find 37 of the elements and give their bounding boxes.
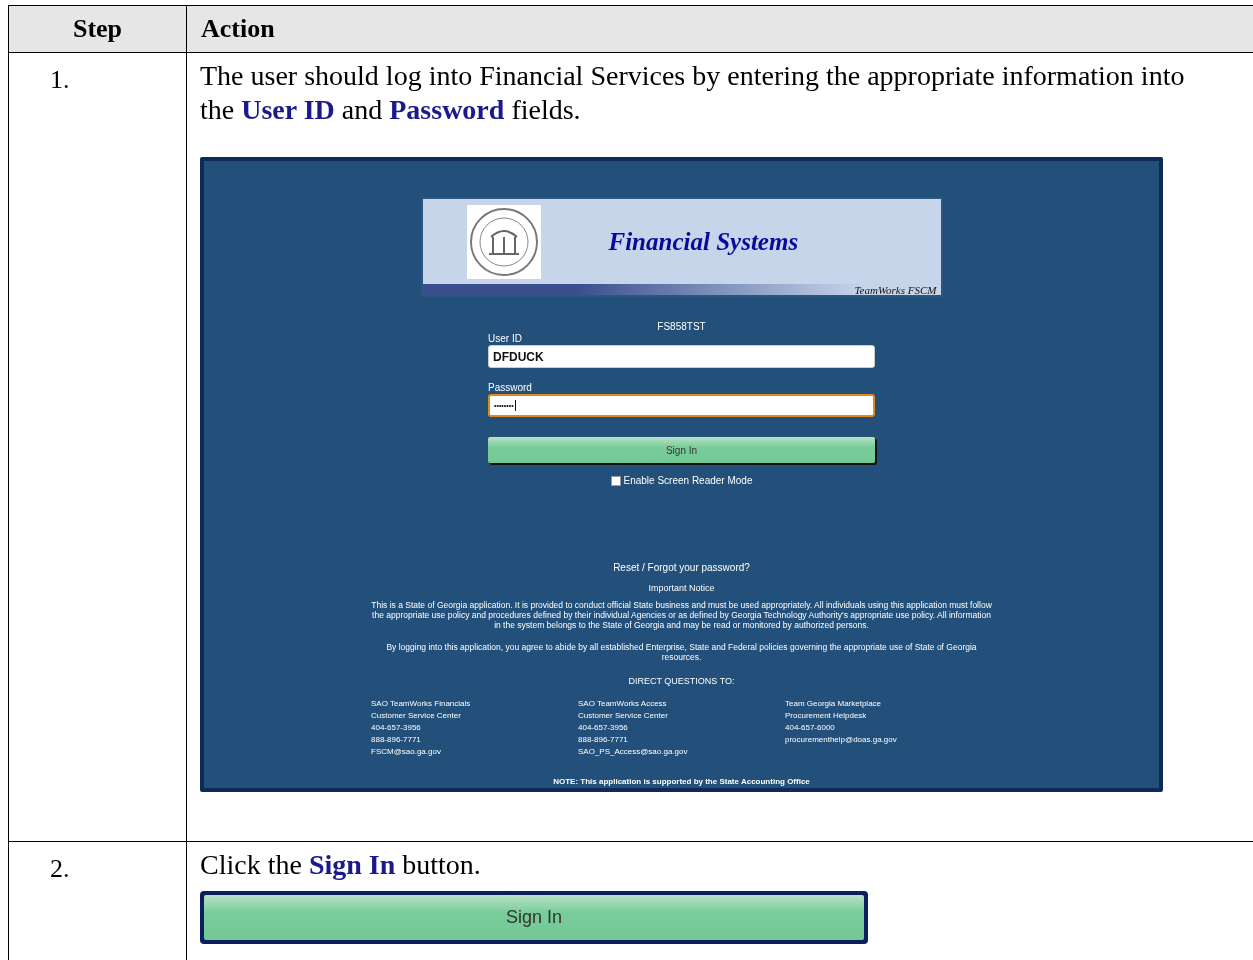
database-name: FS858TST [656,321,707,333]
column-header: Step [9,6,187,53]
field-label: User ID [488,333,523,345]
support-note: NOTE: This application is supported by the State Accounting Office [553,776,810,788]
contact-line: SAO TeamWorks Access [578,698,668,710]
step-number: 1. [50,65,70,94]
contact-line: procurementhelp@doas.ga.gov [785,734,898,746]
sign-in-button[interactable]: Sign In [488,437,875,463]
contact-line: Procurement Helpdesk [785,710,868,722]
contact-line: Team Georgia Marketplace [785,698,883,710]
banner-subtitle: TeamWorks FSCM [854,283,937,296]
checkbox[interactable] [610,476,621,486]
contact-line: SAO_PS_Access@sao.ga.gov [578,746,689,758]
contact-line: Customer Service Center [578,710,669,722]
instruction-text: The user should log into Financial Services by entering the appropriate information into the User ID and Password fields. [200,59,1186,127]
contact-line: 888-896-7771 [578,734,629,746]
notice-paragraph: By logging into this application, you agree to abide by all established Enterprise, State and Federal policies governing the appropriate use of State of Georgia resources. [385,642,978,662]
step-number: 2. [50,854,70,883]
sign-in-button[interactable]: Sign In [204,895,864,940]
user-id-field[interactable]: DFDUCK [488,345,875,368]
banner-title: Financial Systems [608,227,799,256]
notice-paragraph: This is a State of Georgia application. It is provided to conduct official State business and must be used appropriately. All individuals using this application must follow the appropriate use policy and procedures defined by their individual Agencies or as defined by Georgia Technology Authority's appropriate use policy. All information in the system belongs to the State of Georgia and may be read or monitored by authorized persons. [370,600,993,630]
contact-line: 404-657-6000 [785,722,836,734]
instruction-text: Click the Sign In button. [200,848,482,882]
notice-title: Important Notice [648,582,715,594]
direct-questions-title: DIRECT QUESTIONS TO: [628,675,735,687]
field-label: Password [488,382,533,394]
contact-line: 404-657-3956 [371,722,422,734]
contact-line: 888-896-7771 [371,734,422,746]
contact-line: SAO TeamWorks Financials [371,698,472,710]
contact-line: FSCM@sao.ga.gov [371,746,442,758]
text-cursor-icon [514,400,516,411]
checkbox-label: Enable Screen Reader Mode [623,475,753,487]
contact-line: 404-657-3956 [578,722,629,734]
contact-line: Customer Service Center [371,710,462,722]
column-header: Action [187,6,1253,53]
reset-password-link[interactable]: Reset / Forgot your password? [613,562,750,574]
